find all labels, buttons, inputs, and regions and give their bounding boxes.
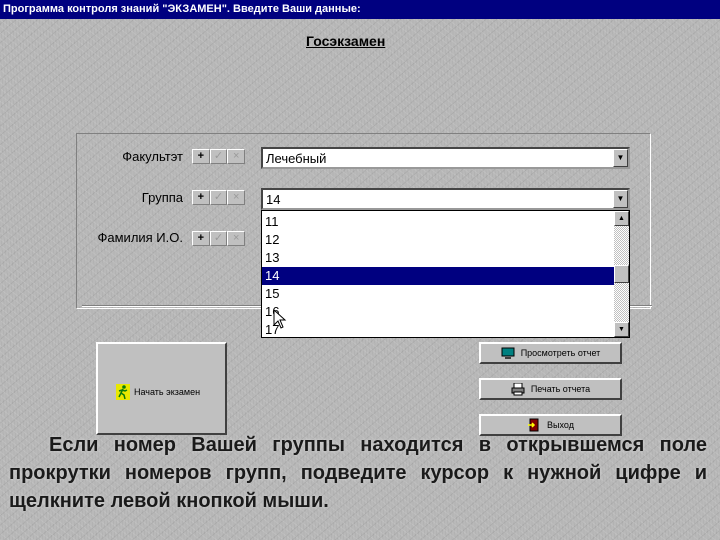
group-value: 14 (266, 192, 281, 207)
group-add-button[interactable]: + (192, 190, 210, 205)
page-title: Госэкзамен (306, 33, 386, 49)
faculty-combobox[interactable]: Лечебный ▼ (261, 147, 630, 169)
running-man-icon (116, 384, 130, 400)
name-cancel-button[interactable]: × (227, 231, 246, 246)
group-combobox[interactable]: 14 ▼ (261, 188, 630, 210)
name-confirm-button[interactable]: ✓ (209, 231, 228, 246)
faculty-cancel-button[interactable]: × (227, 149, 246, 164)
group-toolbar: + ✓ × (192, 190, 246, 205)
group-option-14[interactable]: 14 (262, 267, 614, 285)
scroll-down-icon[interactable]: ▼ (614, 322, 629, 337)
group-label: Группа (141, 190, 183, 205)
group-dropdown-list[interactable]: 11 12 13 14 15 16 17 ▲ ▼ (261, 210, 630, 338)
group-option-16[interactable]: 16 (262, 303, 614, 321)
name-add-button[interactable]: + (192, 231, 210, 246)
mouse-pointer-icon (273, 309, 287, 329)
dropdown-scrollbar[interactable]: ▲ ▼ (614, 211, 629, 337)
name-toolbar: + ✓ × (192, 231, 246, 246)
scroll-thumb[interactable] (614, 265, 629, 283)
window-title: Программа контроля знаний "ЭКЗАМЕН". Вве… (0, 0, 720, 19)
view-report-label: Просмотреть отчет (520, 348, 601, 358)
group-option-15[interactable]: 15 (262, 285, 614, 303)
faculty-value: Лечебный (266, 151, 327, 166)
group-dropdown-arrow-icon[interactable]: ▼ (613, 190, 628, 208)
group-option-12[interactable]: 12 (262, 231, 614, 249)
monitor-icon (501, 347, 515, 359)
view-report-button[interactable]: Просмотреть отчет (479, 342, 622, 364)
start-exam-label: Начать экзамен (134, 387, 201, 397)
faculty-toolbar: + ✓ × (192, 149, 246, 164)
scroll-up-icon[interactable]: ▲ (614, 211, 629, 226)
group-option-13[interactable]: 13 (262, 249, 614, 267)
group-option-11[interactable]: 11 (262, 213, 614, 231)
exit-door-icon (528, 418, 539, 432)
faculty-dropdown-arrow-icon[interactable]: ▼ (613, 149, 628, 167)
faculty-confirm-button[interactable]: ✓ (209, 149, 228, 164)
start-exam-button[interactable]: Начать экзамен (96, 342, 227, 435)
group-cancel-button[interactable]: × (227, 190, 246, 205)
print-report-label: Печать отчета (530, 384, 591, 394)
group-confirm-button[interactable]: ✓ (209, 190, 228, 205)
exit-label: Выход (547, 420, 574, 430)
group-option-17[interactable]: 17 (262, 321, 614, 337)
faculty-add-button[interactable]: + (192, 149, 210, 164)
instruction-caption: Если номер Вашей группы находится в откр… (9, 434, 707, 512)
printer-icon (511, 382, 525, 395)
faculty-label: Факультэт (122, 149, 183, 164)
name-label: Фамилия И.О. (97, 230, 184, 245)
print-report-button[interactable]: Печать отчета (479, 378, 622, 400)
